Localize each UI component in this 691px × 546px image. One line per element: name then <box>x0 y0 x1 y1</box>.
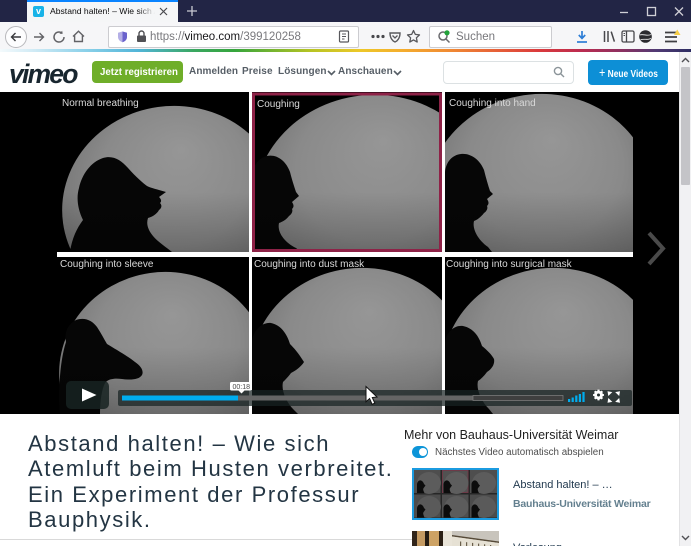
svg-text:Coughing: Coughing <box>257 99 300 110</box>
svg-text:Coughing into dust mask: Coughing into dust mask <box>254 259 365 270</box>
svg-text:Normal breathing: Normal breathing <box>62 98 139 109</box>
svg-text:Coughing into hand: Coughing into hand <box>449 98 536 109</box>
svg-text:00:18: 00:18 <box>233 384 251 391</box>
svg-text:Coughing into surgical mask: Coughing into surgical mask <box>446 259 573 270</box>
svg-text:Coughing into sleeve: Coughing into sleeve <box>60 259 154 270</box>
